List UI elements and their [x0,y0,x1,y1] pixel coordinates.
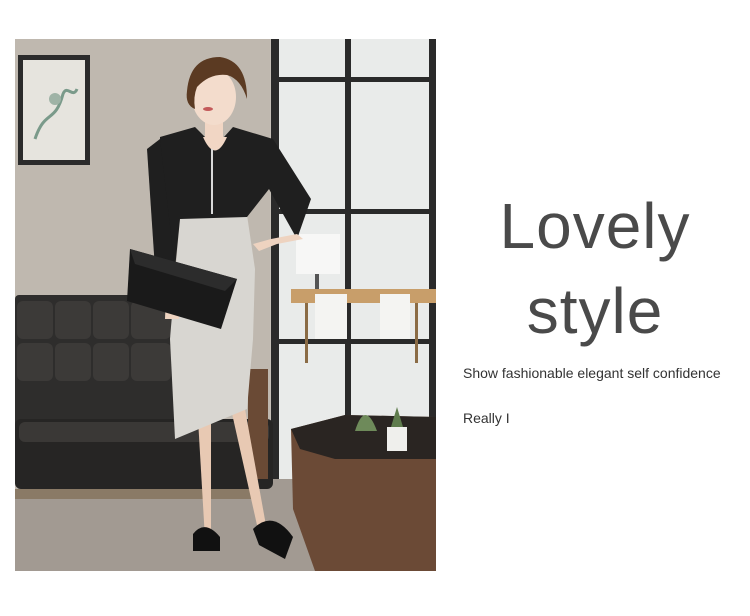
product-photo [15,39,436,571]
window [271,39,436,479]
side-table [291,407,436,571]
headline-line-1: Lovely [499,190,691,262]
headline-line-2: style [526,275,664,347]
description-text: Show fashionable elegant self confidence [463,365,721,381]
tagline-text: Really I [463,410,510,426]
wall-picture [18,55,90,165]
